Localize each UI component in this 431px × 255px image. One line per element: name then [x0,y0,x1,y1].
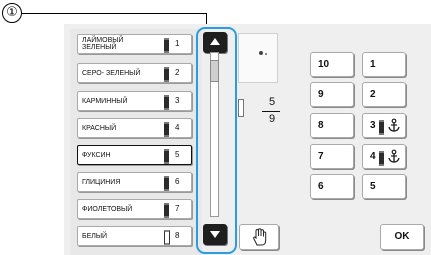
thread-number: 5 [175,150,180,159]
thread-spool-icon [164,176,169,191]
needle-key-label: 1 [370,59,376,70]
needle-key-label: 7 [318,151,324,162]
needle-key-4[interactable]: 4 [362,144,406,169]
needle-key-label: 6 [318,181,324,192]
thread-number: 2 [175,68,180,77]
thread-name: ГЛИЦИНИЯ [82,178,121,186]
thread-name: ФУКСИН [82,151,111,159]
hand-button[interactable] [239,224,279,250]
thread-name: КРАСНЫЙ [82,124,117,132]
current-spool-icon [238,99,244,117]
thread-spool-icon [164,67,169,82]
thread-name: БЕЛЫЙ [82,232,108,240]
callout-leader-line [22,13,207,14]
fraction-divider [262,111,280,112]
thread-spool-icon [164,203,169,218]
thread-item-4[interactable]: КРАСНЫЙ 4 [77,118,192,138]
thread-item-7[interactable]: ФИОЛЕТОВЫЙ 7 [77,199,192,219]
thread-spool-icon [164,38,169,53]
thread-spool-icon [164,230,170,245]
needle-key-label: 8 [318,120,324,131]
thread-number: 4 [175,123,180,132]
thread-spool-icon [164,95,169,110]
thread-item-6[interactable]: ГЛИЦИНИЯ 6 [77,172,192,192]
thread-number: 6 [175,177,180,186]
ok-button[interactable]: OK [380,224,424,250]
anchor-icon [388,118,400,132]
thread-number: 1 [175,39,180,48]
progress-total: 9 [268,113,276,125]
thread-item-1[interactable]: ЛАЙМОВЫЙ ЗЕЛЕНЫЙ 1 [77,34,192,54]
needle-key-8[interactable]: 8 [310,113,354,138]
anchor-icon [388,149,400,163]
thread-spool-icon [164,149,169,164]
thread-item-5[interactable]: ФУКСИН 5 [77,145,192,165]
scroll-up-button[interactable] [203,32,227,53]
thread-number: 7 [175,204,180,213]
needle-key-label: 2 [370,89,376,100]
thread-item-2[interactable]: СЕРО- ЗЕЛЕНЫЙ 2 [77,63,192,83]
thread-name: ФИОЛЕТОВЫЙ [82,205,133,213]
needle-key-label: 4 [370,151,376,162]
scroll-thumb[interactable] [210,60,219,82]
needle-key-2[interactable]: 2 [362,82,406,107]
triangle-up-icon [210,38,220,45]
thread-number: 8 [175,231,180,240]
needle-key-6[interactable]: 6 [310,174,354,199]
preview-needle-icon [258,49,268,59]
thread-number: 3 [175,96,180,105]
progress-current: 5 [268,96,276,108]
thread-name: ЛАЙМОВЫЙ ЗЕЛЕНЫЙ [82,37,124,51]
needle-key-label: 10 [318,59,330,70]
needle-key-1[interactable]: 1 [362,52,406,77]
callout-marker: ① [2,3,22,23]
triangle-down-icon [210,231,220,238]
thread-item-3[interactable]: КАРМИННЫЙ 3 [77,91,192,111]
needle-key-9[interactable]: 9 [310,82,354,107]
needle-key-label: 9 [318,89,324,100]
needle-key-label: 3 [370,120,376,131]
needle-key-7[interactable]: 7 [310,144,354,169]
thread-item-8[interactable]: БЕЛЫЙ 8 [77,226,192,246]
needle-key-label: 5 [370,181,376,192]
thread-name: КАРМИННЫЙ [82,97,128,105]
key-spool-icon [379,151,384,166]
scroll-down-button[interactable] [203,224,227,245]
needle-key-3[interactable]: 3 [362,113,406,138]
needle-key-10[interactable]: 10 [310,52,354,77]
hand-pointer-icon [253,228,267,246]
needle-key-5[interactable]: 5 [362,174,406,199]
thread-name: СЕРО- ЗЕЛЕНЫЙ [82,69,141,77]
key-spool-icon [379,120,384,135]
thread-spool-icon [164,122,169,137]
